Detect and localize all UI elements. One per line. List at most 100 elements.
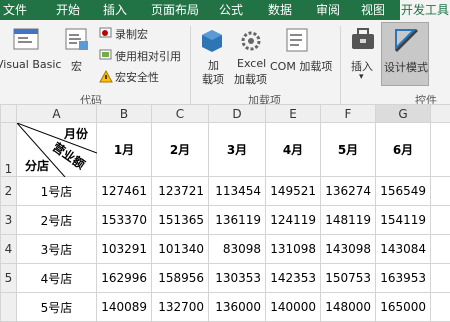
tab-page-layout[interactable]: 页面布局 [146, 0, 204, 20]
excel-addins-button-line2[interactable]: 加载项 [234, 71, 267, 87]
macros-button[interactable]: 宏 [71, 58, 82, 74]
design-mode-button[interactable]: 设计模式 [381, 22, 429, 86]
chevron-down-icon[interactable]: ▾ [359, 72, 364, 82]
group-divider [190, 26, 191, 104]
value-cell[interactable]: 123721 [152, 177, 209, 206]
store-label: 分店 [25, 157, 49, 174]
value-cell[interactable]: 151365 [152, 206, 209, 235]
macro-security-label: 宏安全性 [115, 71, 159, 84]
empty-cell[interactable] [431, 235, 450, 264]
value-cell[interactable]: 153370 [97, 206, 152, 235]
month-header-1[interactable]: 1月 [97, 123, 152, 177]
relative-reference-button[interactable]: 使用相对引用 [115, 48, 181, 64]
value-cell[interactable]: 124119 [266, 206, 321, 235]
value-cell[interactable]: 158956 [152, 264, 209, 293]
month-header-5[interactable]: 5月 [321, 123, 376, 177]
value-cell[interactable]: 143098 [321, 235, 376, 264]
value-cell[interactable]: 136274 [321, 177, 376, 206]
row-header-5[interactable]: 5 [1, 264, 17, 293]
empty-cell[interactable] [431, 206, 450, 235]
addins-icon [200, 28, 224, 54]
value-cell[interactable]: 83098 [209, 235, 266, 264]
value-cell[interactable]: 140089 [97, 293, 152, 322]
value-cell[interactable]: 143084 [376, 235, 431, 264]
empty-cell[interactable] [431, 177, 450, 206]
empty-cell[interactable] [431, 264, 450, 293]
com-addins-button[interactable]: COM 加载项 [270, 58, 332, 74]
value-cell[interactable]: 165000 [376, 293, 431, 322]
visual-basic-button[interactable]: Visual Basic [0, 58, 61, 71]
group-divider-2 [340, 26, 341, 104]
value-cell[interactable]: 136000 [209, 293, 266, 322]
value-cell[interactable]: 136119 [209, 206, 266, 235]
column-header-g[interactable]: G [376, 105, 431, 123]
record-macro-button[interactable]: 录制宏 [115, 26, 148, 42]
month-header-2[interactable]: 2月 [152, 123, 209, 177]
tab-home-label: 开始 [56, 3, 80, 17]
column-header-b[interactable]: B [97, 105, 152, 123]
com-addins-icon [284, 26, 310, 54]
tab-view[interactable]: 视图 [355, 0, 391, 20]
store-cell[interactable]: 2号店 [17, 206, 97, 235]
value-cell[interactable]: 148119 [321, 206, 376, 235]
value-cell[interactable]: 142353 [266, 264, 321, 293]
column-header-c[interactable]: C [152, 105, 209, 123]
month-header-6[interactable]: 6月 [376, 123, 431, 177]
value-cell[interactable]: 162996 [97, 264, 152, 293]
tab-review[interactable]: 审阅 [310, 0, 346, 20]
tab-data-label: 数据 [268, 3, 292, 17]
tab-insert[interactable]: 插入 [97, 0, 133, 20]
diagonal-header-cell[interactable]: 月份 营业额 分店 [17, 123, 97, 177]
column-header-f[interactable]: F [321, 105, 376, 123]
addins-button-line2[interactable]: 载项 [202, 71, 224, 87]
column-header-d[interactable]: D [209, 105, 266, 123]
tab-review-label: 审阅 [316, 3, 340, 17]
ribbon-tab-bar: 文件 开始 插入 页面布局 公式 数据 审阅 视图 开发工具 [0, 0, 450, 20]
macros-label: 宏 [71, 60, 82, 73]
value-cell[interactable]: 156549 [376, 177, 431, 206]
value-cell[interactable]: 163953 [376, 264, 431, 293]
row-header-2[interactable]: 2 [1, 177, 17, 206]
store-cell[interactable]: 3号店 [17, 235, 97, 264]
macro-security-button[interactable]: 宏安全性 [115, 69, 159, 85]
value-cell[interactable]: 149521 [266, 177, 321, 206]
value-cell[interactable]: 132700 [152, 293, 209, 322]
value-cell[interactable]: 130353 [209, 264, 266, 293]
empty-cell[interactable] [431, 293, 450, 322]
column-header-a[interactable]: A [17, 105, 97, 123]
empty-cell[interactable] [431, 123, 450, 177]
value-cell[interactable]: 127461 [97, 177, 152, 206]
column-header-h[interactable] [431, 105, 450, 123]
tab-file-label: 文件 [3, 3, 27, 17]
store-cell[interactable]: 1号店 [17, 177, 97, 206]
tab-view-label: 视图 [361, 3, 385, 17]
tab-formulas-label: 公式 [219, 3, 243, 17]
excel-addins-label-line2: 加载项 [234, 73, 267, 86]
value-cell[interactable]: 131098 [266, 235, 321, 264]
row-header-1[interactable]: 1 [1, 123, 17, 177]
row-header-3[interactable]: 3 [1, 206, 17, 235]
value-cell[interactable]: 154119 [376, 206, 431, 235]
store-cell[interactable]: 5号店 [17, 293, 97, 322]
table-row: 5号店 140089 132700 136000 140000 148000 1… [1, 293, 450, 322]
tab-file[interactable]: 文件 [0, 0, 30, 20]
tab-formulas[interactable]: 公式 [213, 0, 249, 20]
select-all-corner[interactable] [1, 105, 17, 123]
row-header-6[interactable] [1, 293, 17, 322]
tab-developer[interactable]: 开发工具 [400, 0, 450, 20]
value-cell[interactable]: 101340 [152, 235, 209, 264]
value-cell[interactable]: 150753 [321, 264, 376, 293]
value-cell[interactable]: 113454 [209, 177, 266, 206]
tab-home[interactable]: 开始 [50, 0, 86, 20]
excel-addins-button[interactable]: Excel [237, 57, 266, 70]
month-header-3[interactable]: 3月 [209, 123, 266, 177]
row-header-4[interactable]: 4 [1, 235, 17, 264]
value-cell[interactable]: 148000 [321, 293, 376, 322]
table-row: 1 月份 营业额 分店 1月 2月 3月 4月 5月 6月 [1, 123, 450, 177]
tab-data[interactable]: 数据 [262, 0, 298, 20]
value-cell[interactable]: 103291 [97, 235, 152, 264]
month-header-4[interactable]: 4月 [266, 123, 321, 177]
value-cell[interactable]: 140000 [266, 293, 321, 322]
store-cell[interactable]: 4号店 [17, 264, 97, 293]
column-header-e[interactable]: E [266, 105, 321, 123]
